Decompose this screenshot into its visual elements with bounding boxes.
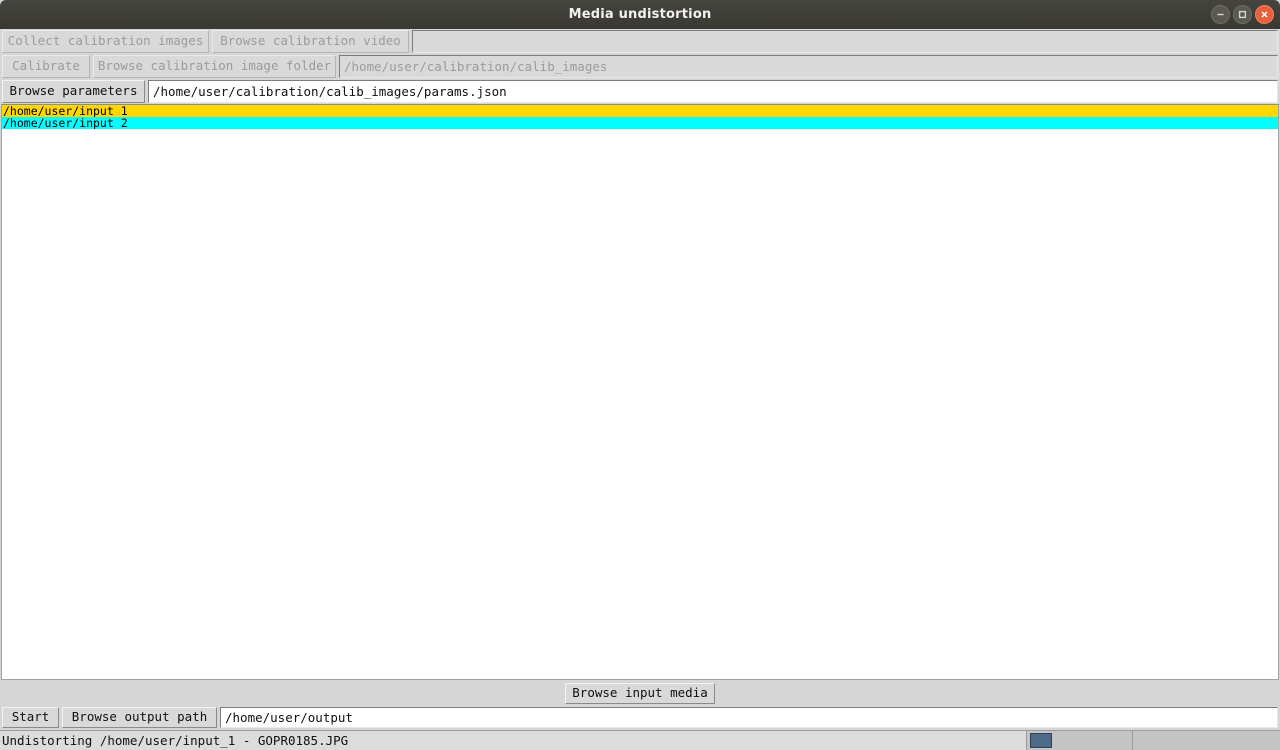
close-button[interactable] xyxy=(1255,5,1274,24)
title-bar: Media undistortion xyxy=(0,0,1280,29)
parameters-path-field[interactable]: /home/user/calibration/calib_images/para… xyxy=(148,80,1278,103)
status-message: Undistorting /home/user/input_1 - GOPR01… xyxy=(0,731,1027,750)
collect-calibration-images-button[interactable]: Collect calibration images xyxy=(2,30,209,53)
start-button[interactable]: Start xyxy=(2,707,59,728)
window-title: Media undistortion xyxy=(568,7,712,22)
browse-calibration-image-folder-button[interactable]: Browse calibration image folder xyxy=(93,55,336,78)
toolbar-row-calibration-folder: Calibrate Browse calibration image folde… xyxy=(0,54,1280,79)
toolbar: Collect calibration images Browse calibr… xyxy=(0,29,1280,104)
maximize-icon xyxy=(1238,10,1247,19)
calibration-image-folder-path-field[interactable]: /home/user/calibration/calib_images xyxy=(339,55,1278,78)
browse-parameters-button[interactable]: Browse parameters xyxy=(2,80,145,103)
calibrate-button[interactable]: Calibrate xyxy=(2,55,90,78)
toolbar-row-parameters: Browse parameters /home/user/calibration… xyxy=(0,79,1280,104)
output-row: Start Browse output path /home/user/outp… xyxy=(0,706,1280,730)
minimize-button[interactable] xyxy=(1211,5,1230,24)
status-bar: Undistorting /home/user/input_1 - GOPR01… xyxy=(0,730,1280,750)
list-item[interactable]: /home/user/input_2 xyxy=(2,117,1278,129)
window-controls xyxy=(1211,0,1274,29)
progress-bar xyxy=(1027,731,1133,750)
browse-calibration-video-button[interactable]: Browse calibration video xyxy=(212,30,409,53)
close-icon xyxy=(1261,11,1268,18)
output-path-field[interactable]: /home/user/output xyxy=(220,707,1278,728)
browse-input-media-row: Browse input media xyxy=(0,680,1280,706)
toolbar-row-calibration-video: Collect calibration images Browse calibr… xyxy=(0,29,1280,54)
browse-input-media-button[interactable]: Browse input media xyxy=(565,682,715,704)
input-media-list[interactable]: /home/user/input_1 /home/user/input_2 xyxy=(1,104,1279,680)
browse-output-path-button[interactable]: Browse output path xyxy=(62,707,217,728)
application-window: Media undistortion Collect calibration i… xyxy=(0,0,1280,750)
bottom-panel: Browse input media Start Browse output p… xyxy=(0,680,1280,750)
minimize-icon xyxy=(1217,13,1224,16)
calibration-video-path-field[interactable] xyxy=(412,30,1278,53)
progress-bar-chunk xyxy=(1030,733,1052,748)
status-bar-spacer xyxy=(1133,731,1280,750)
maximize-button[interactable] xyxy=(1233,5,1252,24)
list-item[interactable]: /home/user/input_1 xyxy=(2,105,1278,117)
